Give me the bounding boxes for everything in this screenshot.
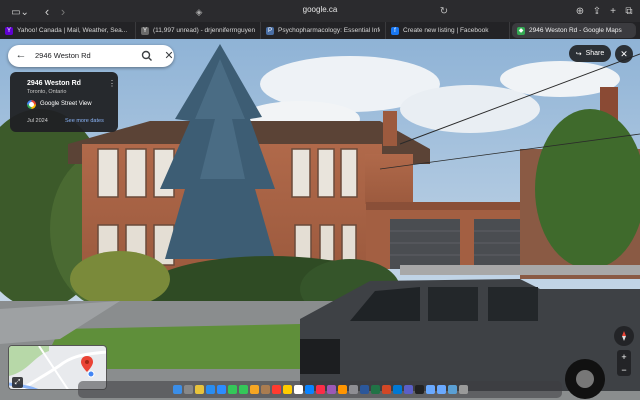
launchpad-icon[interactable] [183, 385, 193, 394]
music-icon[interactable] [315, 385, 325, 394]
sidebar-toggle-icon[interactable]: ▭⌄ [8, 4, 32, 20]
share-page-icon[interactable]: ⇪ [590, 3, 604, 19]
tab-label: Psychopharmacology: Essential Info... [278, 27, 380, 34]
safari-icon[interactable] [205, 385, 215, 394]
notes-icon[interactable] [282, 385, 292, 394]
tab-label: (11,997 unread) - drjenniferrnguyen... [153, 27, 255, 34]
tab-yahoo-mail[interactable]: Y (11,997 unread) - drjenniferrnguyen... [136, 22, 261, 39]
folder-icon[interactable] [436, 385, 446, 394]
source-label: Google Street View [40, 101, 92, 107]
zoom-icon[interactable] [216, 385, 226, 394]
search-input[interactable]: 2946 Weston Rd [35, 51, 91, 60]
downloads-icon[interactable]: ⊕ [573, 3, 587, 19]
zoom-in-button[interactable]: + [621, 352, 626, 362]
calendar-icon[interactable] [271, 385, 281, 394]
tab-overview-icon[interactable]: ⧉ [622, 3, 636, 19]
terminal-icon[interactable] [414, 385, 424, 394]
tab-psychopharmacology[interactable]: P Psychopharmacology: Essential Info... [261, 22, 386, 39]
new-tab-icon[interactable]: + [606, 3, 620, 19]
yahoo-icon: Y [5, 26, 13, 35]
tab-yahoo[interactable]: Y Yahoo! Canada | Mail, Weather, Sea... [0, 22, 136, 39]
tab-bar: Y Yahoo! Canada | Mail, Weather, Sea... … [0, 22, 640, 39]
privacy-shield-icon[interactable]: ◈ [193, 4, 205, 20]
tab-label: 2946 Weston Rd - Google Maps [529, 27, 622, 34]
trash-icon[interactable] [458, 385, 468, 394]
close-icon: ✕ [620, 48, 628, 59]
search-icon[interactable] [141, 49, 153, 63]
close-street-view-button[interactable]: ✕ [615, 45, 633, 63]
compass-needle [622, 331, 626, 341]
compass-icon[interactable] [614, 326, 634, 346]
share-label: Share [585, 50, 605, 57]
facetime-icon[interactable] [238, 385, 248, 394]
reminders-icon[interactable] [293, 385, 303, 394]
contacts-icon[interactable] [260, 385, 270, 394]
tab-google-maps[interactable]: ◆ 2946 Weston Rd - Google Maps [512, 23, 636, 38]
zoom-controls: + − [617, 350, 631, 376]
tab-label: Create new listing | Facebook [403, 27, 489, 34]
zoom-out-button[interactable]: − [621, 365, 626, 375]
close-icon[interactable]: ✕ [163, 49, 175, 62]
outlook-icon[interactable] [392, 385, 402, 394]
location-info-card: 2946 Weston Rd Toronto, Ontario ⋮ Google… [10, 72, 118, 132]
google-street-view-icon [27, 99, 36, 109]
street-view-source: Google Street View [27, 98, 92, 110]
yahoo-mail-icon: Y [141, 26, 149, 35]
chrome-icon[interactable] [194, 385, 204, 394]
facebook-icon: f [391, 26, 399, 35]
word-icon[interactable] [359, 385, 369, 394]
address-bar[interactable]: google.ca [260, 5, 380, 14]
location-city: Toronto, Ontario [27, 89, 67, 95]
powerpoint-icon[interactable] [381, 385, 391, 394]
teams-icon[interactable] [403, 385, 413, 394]
location-title: 2946 Weston Rd [27, 80, 81, 87]
preview-icon[interactable] [425, 385, 435, 394]
more-options-icon[interactable]: ⋮ [108, 79, 116, 88]
finder-icon[interactable] [172, 385, 182, 394]
google-maps-icon: ◆ [517, 26, 525, 35]
downloads-icon[interactable] [447, 385, 457, 394]
back-arrow-icon[interactable]: ← [15, 49, 27, 61]
expand-map-icon[interactable]: ⤢ [12, 377, 23, 388]
tab-label: Yahoo! Canada | Mail, Weather, Sea... [17, 27, 128, 34]
podcasts-icon[interactable] [326, 385, 336, 394]
document-icon: P [266, 26, 274, 35]
see-more-dates-link[interactable]: See more dates [65, 118, 104, 124]
macos-dock [78, 381, 562, 398]
browser-toolbar: ▭⌄ ‹ › ◈ google.ca ↻ ⊕ ⇪ + ⧉ [0, 0, 640, 22]
reload-icon[interactable]: ↻ [438, 3, 450, 19]
photos-icon[interactable] [249, 385, 259, 394]
appstore-icon[interactable] [304, 385, 314, 394]
excel-icon[interactable] [370, 385, 380, 394]
books-icon[interactable] [337, 385, 347, 394]
tab-facebook[interactable]: f Create new listing | Facebook [386, 22, 510, 39]
messages-icon[interactable] [227, 385, 237, 394]
back-arrow-icon[interactable]: ‹ [40, 3, 54, 19]
share-button[interactable]: ↪ Share [569, 45, 611, 62]
maps-search-box[interactable]: ← 2946 Weston Rd ✕ [8, 45, 174, 67]
capture-date: Jul 2024 [27, 118, 48, 124]
settings-icon[interactable] [348, 385, 358, 394]
share-icon: ↪ [575, 50, 582, 58]
forward-arrow-icon[interactable]: › [56, 3, 70, 19]
